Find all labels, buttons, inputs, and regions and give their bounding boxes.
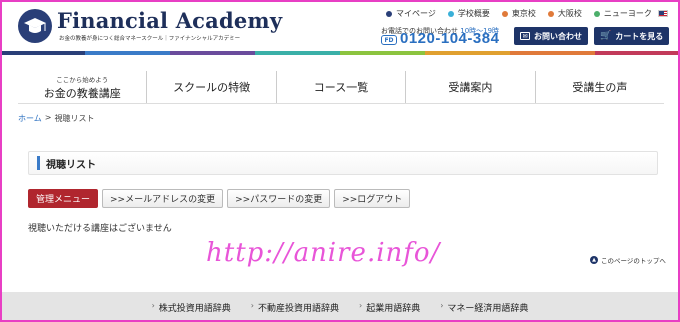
toplink-osaka[interactable]: 大阪校 xyxy=(547,8,582,19)
tab-logout[interactable]: >>ログアウト xyxy=(334,189,411,208)
nav-item-voices[interactable]: 受講生の声 xyxy=(536,71,664,103)
chevron-right-icon: › xyxy=(440,300,444,310)
arrow-up-icon: ▲ xyxy=(590,256,598,264)
us-flag-icon xyxy=(657,10,668,17)
footer-link-realestate[interactable]: › 不動産投資用語辞典 xyxy=(251,301,339,314)
breadcrumb-home[interactable]: ホーム xyxy=(18,113,42,124)
footer-link-startup[interactable]: › 起業用語辞典 xyxy=(359,301,420,314)
chevron-right-icon: › xyxy=(359,300,363,310)
chevron-right-icon: › xyxy=(151,300,155,310)
nav-item-guide[interactable]: 受講案内 xyxy=(406,71,536,103)
global-nav: ここから始めよう お金の教養講座 スクールの特徴 コース一覧 受講案内 受講生の… xyxy=(18,71,664,104)
footer-links: › 株式投資用語辞典 › 不動産投資用語辞典 › 起業用語辞典 › マネー経済用語辞典 xyxy=(0,292,680,322)
logo-title[interactable]: Financial Academy xyxy=(57,8,282,33)
bullet-icon xyxy=(547,10,554,17)
top-links: マイページ 学校概要 東京校 大阪校 ニューヨーク xyxy=(386,8,668,19)
cart-button[interactable]: 🛒 カートを見る xyxy=(594,27,670,45)
footer-link-economy[interactable]: › マネー経済用語辞典 xyxy=(440,301,528,314)
bullet-icon xyxy=(593,10,600,17)
mail-icon: ✉ xyxy=(520,32,530,40)
page-title-box: 視聴リスト xyxy=(28,151,658,175)
nav-item-basic-course[interactable]: ここから始めよう お金の教養講座 xyxy=(18,71,148,103)
toplink-mypage[interactable]: マイページ xyxy=(386,8,436,19)
footer-link-stock[interactable]: › 株式投資用語辞典 xyxy=(152,301,231,314)
logo-emblem[interactable] xyxy=(18,9,52,43)
toplink-newyork[interactable]: ニューヨーク xyxy=(593,8,668,19)
phone-number[interactable]: 0120-104-384 xyxy=(400,30,499,47)
watermark-text: http://anire.info/ xyxy=(206,238,441,268)
tab-admin-menu[interactable]: 管理メニュー xyxy=(28,189,99,208)
bullet-icon xyxy=(447,10,454,17)
page-title: 視聴リスト xyxy=(46,159,96,171)
toplink-about[interactable]: 学校概要 xyxy=(447,8,490,19)
breadcrumb: ホーム > 視聴リスト xyxy=(18,113,94,124)
title-accent xyxy=(37,156,40,170)
nav-item-courses[interactable]: コース一覧 xyxy=(277,71,407,103)
graduation-cap-icon xyxy=(24,18,46,33)
toplink-tokyo[interactable]: 東京校 xyxy=(501,8,536,19)
contact-button[interactable]: ✉ お問い合わせ xyxy=(514,27,588,45)
breadcrumb-separator: > xyxy=(44,113,52,122)
chevron-right-icon: › xyxy=(250,300,254,310)
tab-change-email[interactable]: >>メールアドレスの変更 xyxy=(102,189,224,208)
account-tabs: 管理メニュー >>メールアドレスの変更 >>パスワードの変更 >>ログアウト xyxy=(28,189,411,208)
bullet-icon xyxy=(501,10,508,17)
breadcrumb-current: 視聴リスト xyxy=(54,114,95,123)
tab-change-password[interactable]: >>パスワードの変更 xyxy=(227,189,331,208)
cart-icon: 🛒 xyxy=(600,31,612,41)
logo-tagline: お金の教養が身につく総合マネースクール｜ファイナンシャルアカデミー xyxy=(59,36,241,42)
empty-list-message: 視聴いただける講座はございません xyxy=(28,224,172,234)
color-stripe xyxy=(0,51,680,55)
free-dial-icon: FD xyxy=(381,35,397,45)
nav-item-features[interactable]: スクールの特徴 xyxy=(147,71,277,103)
bullet-icon xyxy=(386,10,392,17)
page-top-link[interactable]: ▲ このページのトップへ xyxy=(590,255,666,265)
